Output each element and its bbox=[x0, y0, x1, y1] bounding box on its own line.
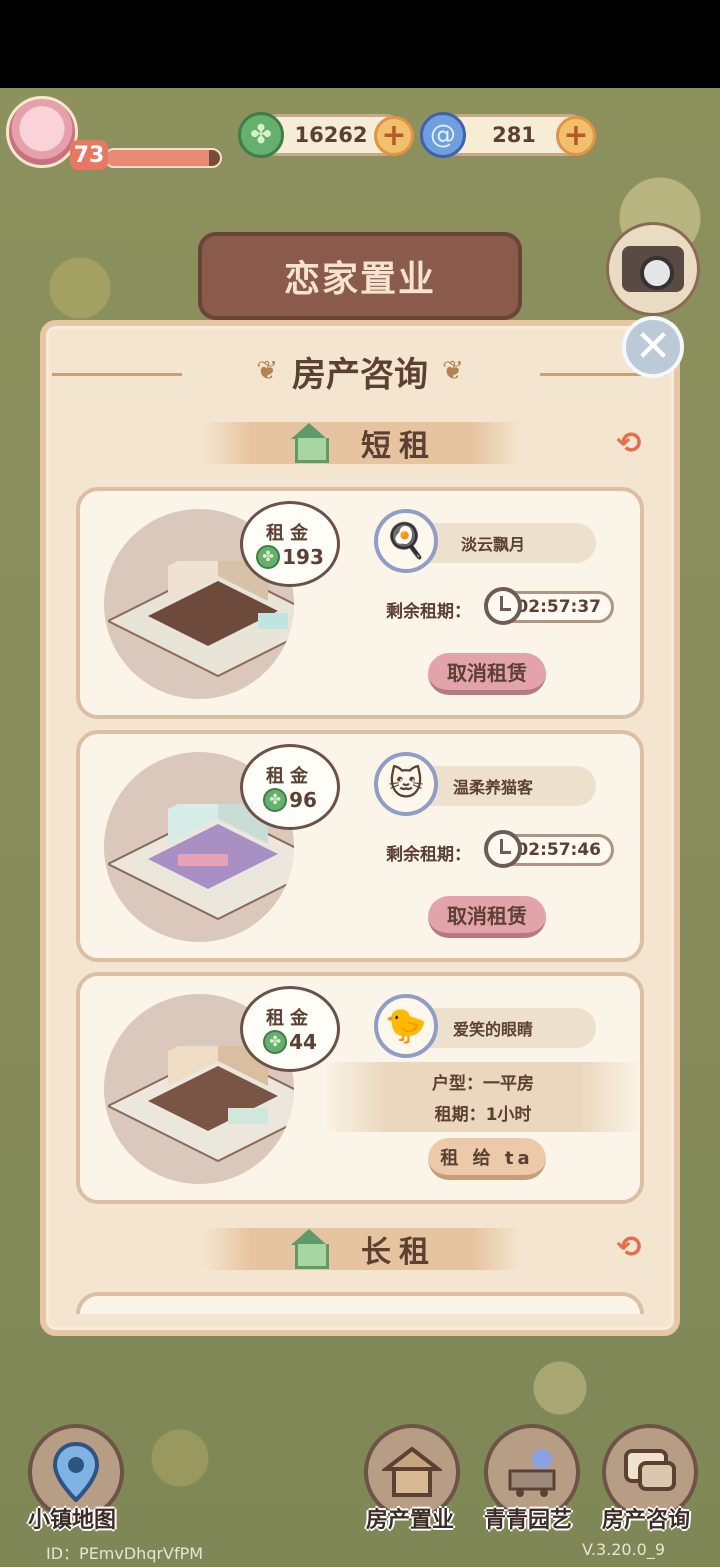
cat-icon: 🐱 bbox=[388, 764, 424, 804]
tenant-avatar[interactable]: 🐤 bbox=[374, 994, 438, 1058]
rent-label: 租金 bbox=[266, 1008, 314, 1029]
chat-bubble-icon bbox=[624, 1449, 676, 1491]
rent-value-row: ✤ 193 bbox=[256, 545, 324, 569]
property-label: 房产置业 bbox=[366, 1508, 455, 1533]
rent-bubble: 租金 ✤ 193 bbox=[240, 501, 340, 587]
rent-bubble: 租金 ✤ 44 bbox=[240, 986, 340, 1072]
house-icon bbox=[287, 1229, 331, 1269]
shop-sign-title: 恋家置业 bbox=[283, 259, 436, 300]
spiral-icon: @ bbox=[420, 112, 466, 158]
tenant-name: 爱笑的眼睛 bbox=[452, 1020, 533, 1039]
panel-title-bar: ❦ 房产咨询 ❦ bbox=[180, 344, 540, 398]
clock-icon bbox=[484, 830, 522, 868]
tenant-name: 温柔养猫客 bbox=[452, 778, 533, 797]
tenant-avatar[interactable]: 🍳 bbox=[374, 509, 438, 573]
duck-icon: 🐤 bbox=[384, 1006, 428, 1046]
clover-icon: ✤ bbox=[238, 112, 284, 158]
layout-info: 户型：一平房 bbox=[432, 1074, 534, 1094]
rent-label: 租金 bbox=[266, 523, 314, 544]
term-info: 租期：1小时 bbox=[434, 1105, 532, 1125]
clover-icon: ✤ bbox=[263, 1030, 288, 1054]
remaining-time: 02:57:46 bbox=[516, 840, 601, 860]
listing-card: 租金 ✤ 96 温柔养猫客 🐱 剩余租期： 02:57:46 取消租赁 bbox=[76, 730, 644, 962]
house-icon bbox=[382, 1446, 442, 1497]
flourish-right-icon: ❦ bbox=[442, 356, 464, 386]
tenant-avatar[interactable]: 🐱 bbox=[374, 752, 438, 816]
close-button[interactable]: ✕ bbox=[622, 316, 684, 378]
cancel-lease-button[interactable]: 取消租赁 bbox=[428, 653, 546, 695]
flourish-left-icon: ❦ bbox=[256, 356, 278, 386]
clock-icon bbox=[484, 587, 522, 625]
refresh-long-rent-button[interactable]: ⟲ bbox=[610, 1230, 648, 1265]
long-rent-label: 长租 bbox=[361, 1235, 437, 1270]
add-clover-button[interactable]: + bbox=[374, 116, 414, 156]
version-text: V.3.20.0_9 bbox=[582, 1540, 666, 1559]
clover-currency-value: 16262 bbox=[294, 123, 368, 147]
garden-label: 青青园艺 bbox=[484, 1508, 573, 1533]
rent-value: 193 bbox=[282, 545, 324, 569]
refresh-short-rent-button[interactable]: ⟲ bbox=[610, 426, 648, 461]
remaining-term-label: 剩余租期： bbox=[386, 845, 471, 865]
rent-value: 96 bbox=[289, 788, 317, 812]
property-consult-label: 房产咨询 bbox=[602, 1508, 691, 1533]
add-spiral-button[interactable]: + bbox=[556, 116, 596, 156]
title-divider-left bbox=[52, 373, 182, 376]
shop-sign: 恋家置业 bbox=[198, 232, 522, 320]
rent-value-row: ✤ 96 bbox=[263, 788, 317, 812]
clover-icon: ✤ bbox=[263, 788, 288, 812]
town-map-label: 小镇地图 bbox=[28, 1508, 117, 1533]
listing-card: 租金 ✤ 44 爱笑的眼睛 🐤 户型：一平房 租期：1小时 租 给 ta bbox=[76, 972, 644, 1204]
rent-to-tenant-button[interactable]: 租 给 ta bbox=[428, 1138, 546, 1180]
xp-fill bbox=[106, 150, 209, 166]
camera-icon bbox=[622, 246, 684, 292]
house-info-band: 户型：一平房 租期：1小时 bbox=[324, 1062, 642, 1132]
short-rent-label: 短租 bbox=[361, 429, 437, 464]
cancel-lease-button[interactable]: 取消租赁 bbox=[428, 896, 546, 938]
egg-icon: 🍳 bbox=[384, 521, 428, 561]
camera-button[interactable] bbox=[606, 222, 700, 316]
remaining-term-label: 剩余租期： bbox=[386, 602, 471, 622]
player-id: ID：PEmvDhqrVfPM bbox=[46, 1544, 204, 1563]
rent-value: 44 bbox=[289, 1030, 317, 1054]
rent-bubble: 租金 ✤ 96 bbox=[240, 744, 340, 830]
map-pin-icon bbox=[52, 1442, 100, 1502]
spiral-currency-value: 281 bbox=[492, 123, 536, 147]
rent-label: 租金 bbox=[266, 766, 314, 787]
panel-title: 房产咨询 bbox=[292, 354, 428, 395]
status-bar bbox=[0, 0, 720, 88]
listing-card: 租金 ✤ 193 淡云飘月 🍳 剩余租期： 02:57:37 取消租赁 bbox=[76, 487, 644, 719]
clover-icon: ✤ bbox=[256, 545, 281, 569]
tenant-name: 淡云飘月 bbox=[460, 535, 525, 554]
house-icon bbox=[287, 423, 331, 463]
flower-cart-icon bbox=[508, 1449, 556, 1497]
long-rent-header: 长租 bbox=[204, 1228, 520, 1270]
level-badge: 73 bbox=[70, 140, 108, 170]
short-rent-header: 短租 bbox=[204, 422, 520, 464]
rent-value-row: ✤ 44 bbox=[263, 1030, 317, 1054]
listing-card-partial bbox=[76, 1292, 644, 1314]
xp-bar bbox=[104, 148, 222, 168]
remaining-time: 02:57:37 bbox=[516, 597, 601, 617]
player-avatar[interactable] bbox=[6, 96, 78, 168]
